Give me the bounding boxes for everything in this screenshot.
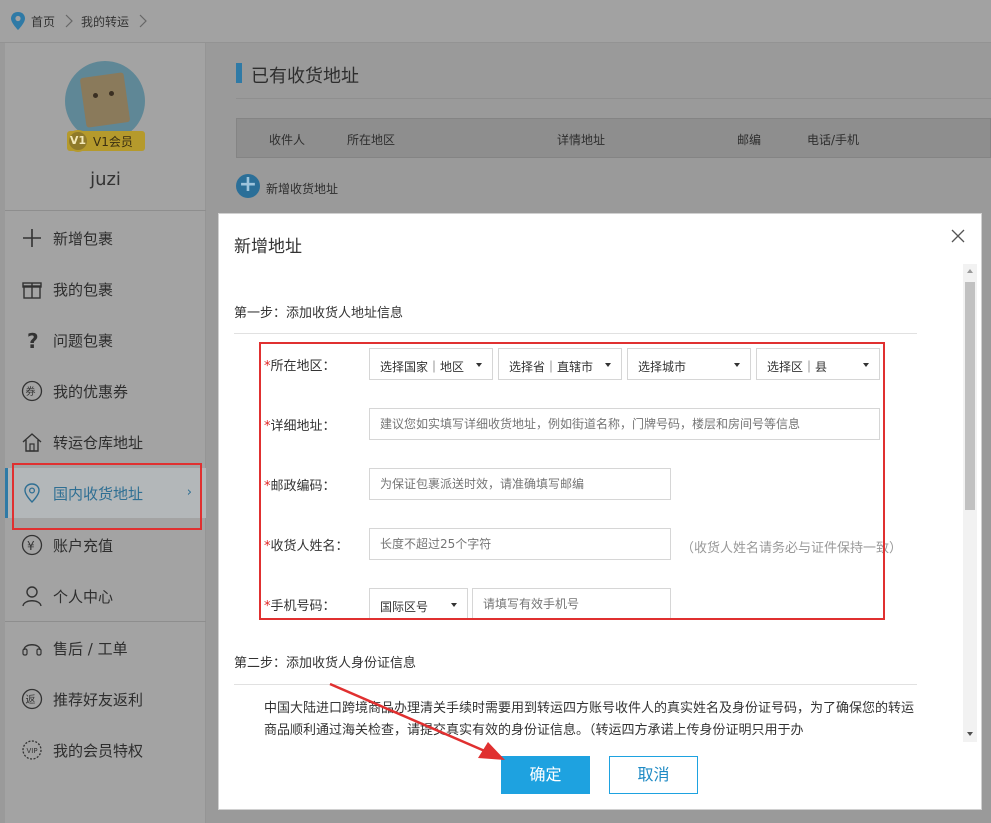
breadcrumb: 首页 我的转运 [0,0,991,43]
vip-level: V1 [67,130,89,152]
sidebar-item-label: 新增包裹 [53,230,114,248]
page-title: 已有收货地址 [251,66,359,87]
svg-text:¥: ¥ [27,539,35,553]
coupon-icon: 券 [21,380,43,402]
column-header: 所在地区 [347,133,396,147]
sidebar-item-new-package[interactable]: 新增包裹 [5,213,206,263]
username: juzi [90,169,121,190]
add-address-dialog: 新增地址 第一步：添加收货人地址信息 *所在地区： 选择国家｜地区 选择省｜直辖… [218,213,982,810]
table-header: 收件人 所在地区 详情地址 邮编 电话/手机 [236,118,991,158]
dialog-title: 新增地址 [234,237,302,257]
svg-text:券: 券 [26,385,36,398]
divider [5,210,206,211]
add-circle-icon[interactable]: + [236,174,260,198]
sidebar-item-referral[interactable]: 返 推荐好友返利 [5,674,206,724]
headset-icon [22,644,42,656]
plus-icon [23,229,41,247]
column-header: 邮编 [737,133,762,147]
sidebar-item-label: 账户充值 [53,537,114,555]
sidebar-item-label: 问题包裹 [53,332,114,350]
sidebar-item-label: 个人中心 [53,588,114,606]
divider [236,98,991,99]
step-one-title: 第一步：添加收货人地址信息 [234,306,404,321]
vip-badge: V1 V1会员 [67,130,145,152]
cancel-button[interactable]: 取消 [609,756,698,794]
divider [234,333,917,334]
highlight-annotation [12,463,202,530]
gift-icon [22,282,42,299]
rebate-icon: 返 [21,688,43,710]
highlight-annotation [259,342,885,620]
vip-label: V1会员 [93,135,133,149]
divider [234,684,917,685]
column-header: 详情地址 [557,133,606,147]
yen-icon: ¥ [21,534,43,556]
svg-text:VIP: VIP [27,747,38,755]
add-address-link[interactable]: 新增收货地址 [266,180,338,197]
breadcrumb-current[interactable]: 我的转运 [81,13,129,30]
scroll-down-arrow[interactable] [967,732,973,736]
scroll-up-arrow[interactable] [967,269,973,273]
avatar[interactable] [65,61,145,141]
sidebar-item-after-sales[interactable]: 售后 / 工单 [5,623,206,673]
user-icon [22,586,42,607]
sidebar-item-label: 我的优惠券 [53,383,129,401]
sidebar-item-personal-center[interactable]: 个人中心 [5,571,206,621]
column-header: 电话/手机 [807,133,860,147]
chevron-right-icon [65,14,73,28]
chevron-right-icon [139,14,147,28]
question-icon: ? [27,329,39,351]
confirm-button[interactable]: 确定 [501,756,590,794]
scrollbar[interactable] [963,264,977,742]
sidebar-item-problem-packages[interactable]: ? 问题包裹 [5,315,206,365]
divider [5,621,206,622]
scrollbar-thumb[interactable] [965,282,975,510]
id-info-paragraph: 中国大陆进口跨境商品办理清关手续时需要用到转运四方账号收件人的真实姓名及身份证号… [264,701,914,738]
sidebar-item-coupons[interactable]: 券 我的优惠券 [5,366,206,416]
sidebar: V1 V1会员 juzi 新增包裹 我的包裹 ? 问题包裹 券 我的优惠券 转运… [5,43,206,823]
vip-icon: VIP [22,740,42,760]
location-pin-icon [11,12,25,30]
column-header: 收件人 [269,133,306,147]
sidebar-item-label: 售后 / 工单 [53,640,128,658]
title-accent [236,63,242,83]
step-two-title: 第二步：添加收货人身份证信息 [234,656,417,671]
svg-text:返: 返 [26,694,36,706]
svg-text:?: ? [27,329,39,351]
sidebar-item-my-packages[interactable]: 我的包裹 [5,264,206,314]
sidebar-item-label: 转运仓库地址 [53,434,144,452]
sidebar-item-label: 推荐好友返利 [53,691,144,709]
sidebar-item-label: 我的会员特权 [53,742,144,760]
house-icon [22,433,42,452]
close-icon[interactable] [950,228,966,244]
breadcrumb-home[interactable]: 首页 [31,13,55,30]
sidebar-item-warehouse-address[interactable]: 转运仓库地址 [5,417,206,467]
sidebar-item-vip-privileges[interactable]: VIP 我的会员特权 [5,725,206,775]
sidebar-item-label: 我的包裹 [53,281,114,299]
